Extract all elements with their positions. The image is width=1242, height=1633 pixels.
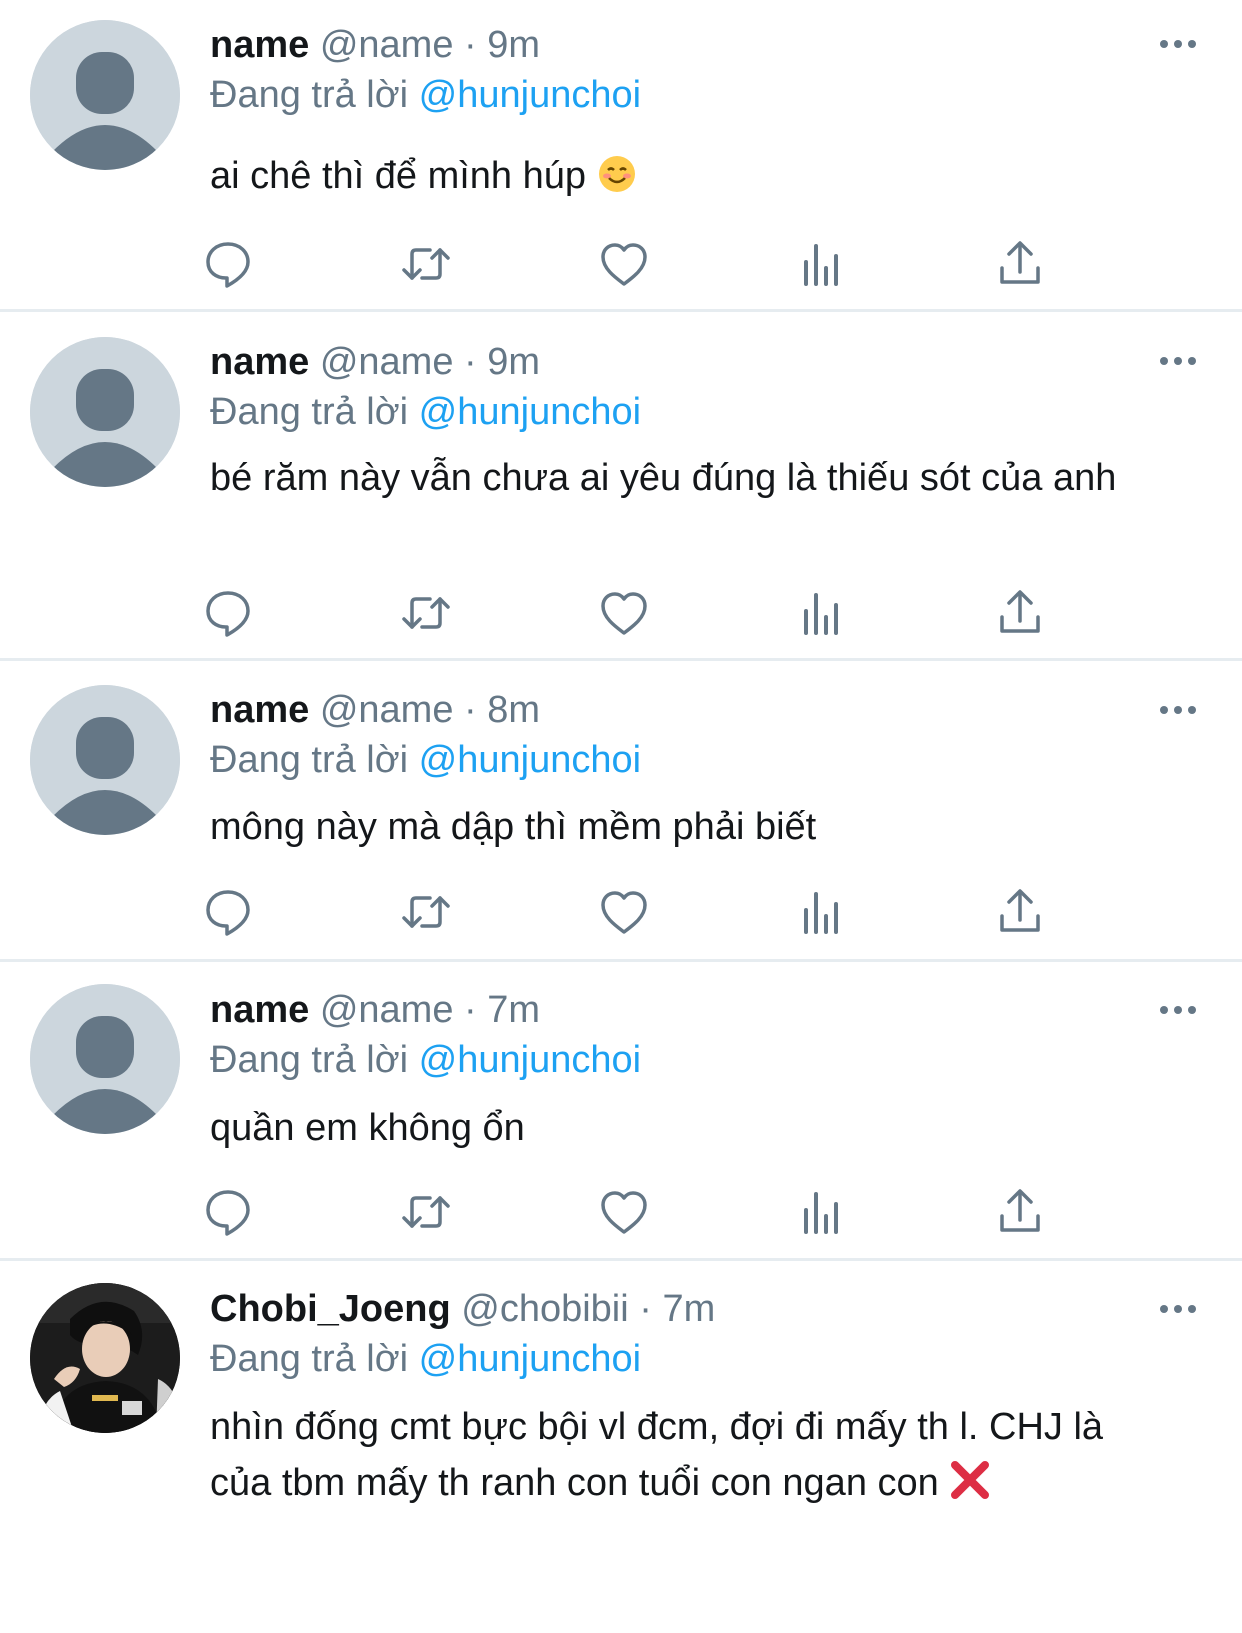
tweet-text-content: quần em không ổn [210,1107,525,1149]
mention-link[interactable]: @hunjunchoi [419,1338,641,1380]
display-name[interactable]: name [210,689,309,731]
handle[interactable]: @name [320,989,454,1031]
tweet-text-content: ai chê thì để mình húp [210,155,587,197]
replying-to: Đang trả lời @hunjunchoi [210,737,641,783]
tweet-text-content: mông này mà dập thì mềm phải biết [210,806,817,848]
avatar[interactable] [30,1283,180,1433]
analytics-icon[interactable] [796,1186,848,1238]
replying-to: Đang trả lời @hunjunchoi [210,1336,641,1382]
share-icon[interactable] [994,886,1046,938]
more-icon[interactable] [1158,700,1198,720]
tweet[interactable]: name @name · 9m Đang trả lời @hunjunchoi… [0,312,1242,658]
tweet-actions [0,238,1242,288]
more-icon[interactable] [1158,351,1198,371]
reply-icon[interactable] [202,238,254,290]
tweet-text: mông này mà dập thì mềm phải biết [210,801,1210,853]
like-icon[interactable] [598,1186,650,1238]
replying-label: Đang trả lời [210,739,409,781]
analytics-icon[interactable] [796,587,848,639]
replying-label: Đang trả lời [210,391,409,433]
handle[interactable]: @name [320,689,454,731]
display-name[interactable]: Chobi_Joeng [210,1288,451,1330]
tweet[interactable]: Chobi_Joeng @chobibii · 7m Đang trả lời … [0,1261,1242,1633]
tweet-text: bé răm này vẫn chưa ai yêu đúng là thiếu… [210,452,1170,504]
reply-icon[interactable] [202,886,254,938]
separator-dot: · [464,989,477,1031]
tweet[interactable]: name @name · 9m Đang trả lời @hunjunchoi… [0,0,1242,310]
tweet-actions [0,886,1242,936]
smiling-face-icon [597,154,637,208]
separator-dot: · [639,1288,652,1330]
analytics-icon[interactable] [796,238,848,290]
replying-label: Đang trả lời [210,74,409,116]
mention-link[interactable]: @hunjunchoi [419,74,641,116]
tweet-header: Chobi_Joeng @chobibii · 7m [210,1286,715,1332]
timestamp[interactable]: 8m [487,689,540,731]
handle[interactable]: @name [320,24,454,66]
tweet-header: name @name · 7m [210,987,540,1033]
replying-to: Đang trả lời @hunjunchoi [210,1037,641,1083]
display-name[interactable]: name [210,989,309,1031]
more-icon[interactable] [1158,1000,1198,1020]
timestamp[interactable]: 9m [487,341,540,383]
tweet-actions [0,587,1242,637]
retweet-icon[interactable] [400,238,452,290]
replying-label: Đang trả lời [210,1039,409,1081]
analytics-icon[interactable] [796,886,848,938]
tweet-text-content: bé răm này vẫn chưa ai yêu đúng là thiếu… [210,457,1117,499]
tweet-header: name @name · 8m [210,687,540,733]
mention-link[interactable]: @hunjunchoi [419,1039,641,1081]
tweet-text: ai chê thì để mình húp [210,150,1210,208]
timestamp[interactable]: 7m [487,989,540,1031]
share-icon[interactable] [994,1186,1046,1238]
replying-to: Đang trả lời @hunjunchoi [210,389,641,435]
handle[interactable]: @chobibii [461,1288,628,1330]
retweet-icon[interactable] [400,587,452,639]
tweet-header: name @name · 9m [210,22,540,68]
share-icon[interactable] [994,238,1046,290]
tweet-text: quần em không ổn [210,1102,1210,1154]
handle[interactable]: @name [320,341,454,383]
tweet-header: name @name · 9m [210,339,540,385]
like-icon[interactable] [598,886,650,938]
retweet-icon[interactable] [400,886,452,938]
separator-dot: · [464,24,477,66]
retweet-icon[interactable] [400,1186,452,1238]
timestamp[interactable]: 9m [487,24,540,66]
tweet-actions [0,1186,1242,1236]
tweet[interactable]: name @name · 8m Đang trả lời @hunjunchoi… [0,661,1242,959]
mention-link[interactable]: @hunjunchoi [419,739,641,781]
replying-to: Đang trả lời @hunjunchoi [210,72,641,118]
replying-label: Đang trả lời [210,1338,409,1380]
mention-link[interactable]: @hunjunchoi [419,391,641,433]
timestamp[interactable]: 7m [662,1288,715,1330]
avatar[interactable] [30,20,180,170]
more-icon[interactable] [1158,34,1198,54]
reply-feed: name @name · 9m Đang trả lời @hunjunchoi… [0,0,1242,1633]
like-icon[interactable] [598,238,650,290]
like-icon[interactable] [598,587,650,639]
separator-dot: · [464,689,477,731]
tweet-text: nhìn đống cmt bực bội vl đcm, đợi đi mấy… [210,1399,1130,1517]
tweet[interactable]: name @name · 7m Đang trả lời @hunjunchoi… [0,962,1242,1258]
display-name[interactable]: name [210,341,309,383]
avatar[interactable] [30,984,180,1134]
avatar[interactable] [30,685,180,835]
reply-icon[interactable] [202,1186,254,1238]
avatar[interactable] [30,337,180,487]
red-x-icon [949,1459,991,1517]
more-icon[interactable] [1158,1299,1198,1319]
reply-icon[interactable] [202,587,254,639]
share-icon[interactable] [994,587,1046,639]
display-name[interactable]: name [210,24,309,66]
separator-dot: · [464,341,477,383]
